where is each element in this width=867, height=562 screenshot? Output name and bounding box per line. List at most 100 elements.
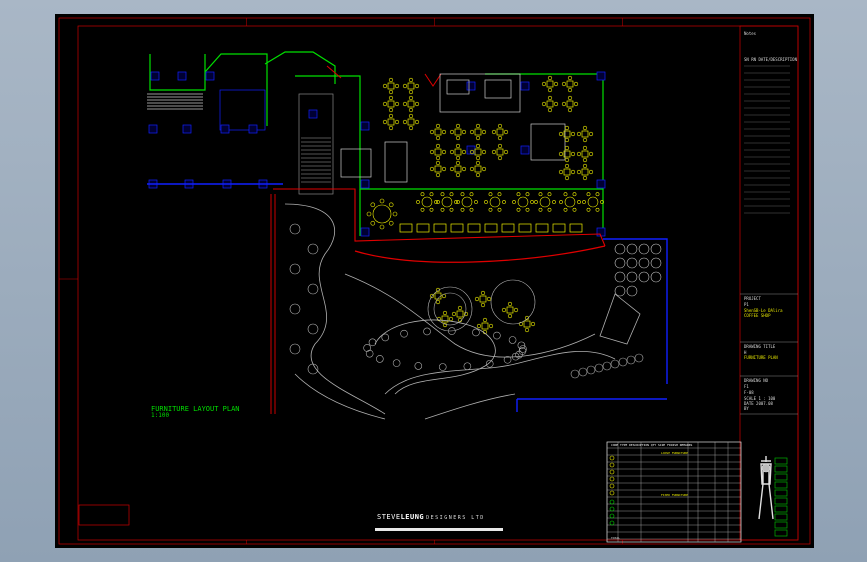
chair: [564, 137, 570, 143]
chair: [435, 135, 441, 141]
chair: [366, 211, 372, 217]
chair: [588, 151, 594, 157]
schedule-code-symbol: [609, 506, 615, 512]
terrace-table: [479, 295, 487, 303]
property-line: [270, 194, 276, 414]
chair: [497, 192, 502, 197]
chair: [394, 83, 400, 89]
chair: [582, 157, 588, 163]
shrub-icon: [381, 333, 390, 342]
chair: [402, 101, 408, 107]
chair: [429, 166, 435, 172]
chair: [558, 131, 564, 137]
chair: [497, 155, 503, 161]
chair: [449, 149, 455, 155]
scale-bar-block: [774, 505, 788, 513]
landscape-path: [344, 273, 596, 358]
chair: [469, 166, 475, 172]
shrub-icon: [363, 344, 371, 352]
chair: [502, 200, 506, 204]
chair: [586, 192, 591, 197]
banquette-seat: [535, 223, 549, 233]
hedge-icon: [570, 369, 580, 379]
chair: [435, 299, 441, 305]
brand-name-a: STEVE: [377, 513, 401, 521]
pantry-unit: [384, 141, 408, 183]
chair: [469, 192, 474, 197]
tree-icon: [650, 243, 662, 255]
schedule-header-row: CODE TYPE DESCRIPTION QTY SIZE FINISH RE…: [611, 443, 693, 447]
schedule-code-symbol: [609, 455, 615, 461]
chair: [484, 200, 488, 204]
schedule-code-symbol: [609, 476, 615, 482]
west-room-outline: [219, 89, 266, 131]
schedule-group-loose: LOOSE FURNITURE: [661, 451, 689, 455]
chair: [456, 200, 460, 204]
dining-table: [474, 128, 482, 136]
dining-table: [496, 128, 504, 136]
chair: [482, 317, 488, 323]
chair: [435, 143, 441, 149]
chair: [491, 129, 497, 135]
chair: [388, 89, 394, 95]
chair: [507, 313, 513, 319]
chair: [525, 207, 530, 212]
shrub-icon: [493, 331, 501, 340]
chair: [388, 220, 394, 226]
dining-table: [581, 130, 589, 138]
round-table: [587, 196, 599, 208]
shrub-icon: [368, 338, 377, 347]
stamp-box: [78, 504, 130, 526]
dining-table: [581, 168, 589, 176]
tree-icon: [614, 243, 626, 255]
chair: [491, 149, 497, 155]
chair: [576, 169, 582, 175]
chair: [497, 135, 503, 141]
chair: [564, 157, 570, 163]
plan-scale: 1:100: [151, 412, 170, 419]
chair: [558, 151, 564, 157]
banquette-seat: [416, 223, 430, 233]
chair: [429, 129, 435, 135]
round-table: [517, 196, 529, 208]
tree-icon: [307, 363, 319, 375]
dining-table: [454, 165, 462, 173]
structural-column: [360, 121, 370, 131]
chair: [488, 323, 494, 329]
structural-column: [148, 124, 158, 134]
chair: [449, 192, 454, 197]
shrub-icon: [414, 362, 423, 370]
chair: [449, 129, 455, 135]
shrub-icon: [485, 359, 494, 368]
chair: [441, 149, 447, 155]
chair: [558, 169, 564, 175]
chair: [553, 81, 559, 87]
chair: [582, 137, 588, 143]
chair: [394, 101, 400, 107]
structural-column: [596, 179, 606, 189]
cad-drawing-sheet: Notes SN RN DATE/DESCRIPTION PROJECT P1 …: [55, 14, 814, 548]
chair: [460, 192, 465, 197]
structural-column: [360, 179, 370, 189]
chair: [567, 95, 573, 101]
chair: [564, 175, 570, 181]
schedule-code-symbol: [609, 513, 615, 519]
tree-icon: [638, 243, 650, 255]
chair: [552, 200, 556, 204]
chair: [588, 131, 594, 137]
structural-column: [520, 145, 530, 155]
chair: [586, 207, 591, 212]
chair: [414, 119, 420, 125]
tree-icon: [289, 303, 301, 315]
chair: [547, 192, 552, 197]
shrub-icon: [376, 355, 384, 363]
chair: [525, 192, 530, 197]
chair: [547, 95, 553, 101]
floor-plan-canvas: [58, 17, 811, 545]
bar-equipment: [446, 79, 470, 95]
tree-icon: [626, 285, 638, 297]
round-table: [539, 196, 551, 208]
tree-icon: [638, 271, 650, 283]
banquette-seat: [569, 223, 583, 233]
terrace-table: [506, 306, 514, 314]
